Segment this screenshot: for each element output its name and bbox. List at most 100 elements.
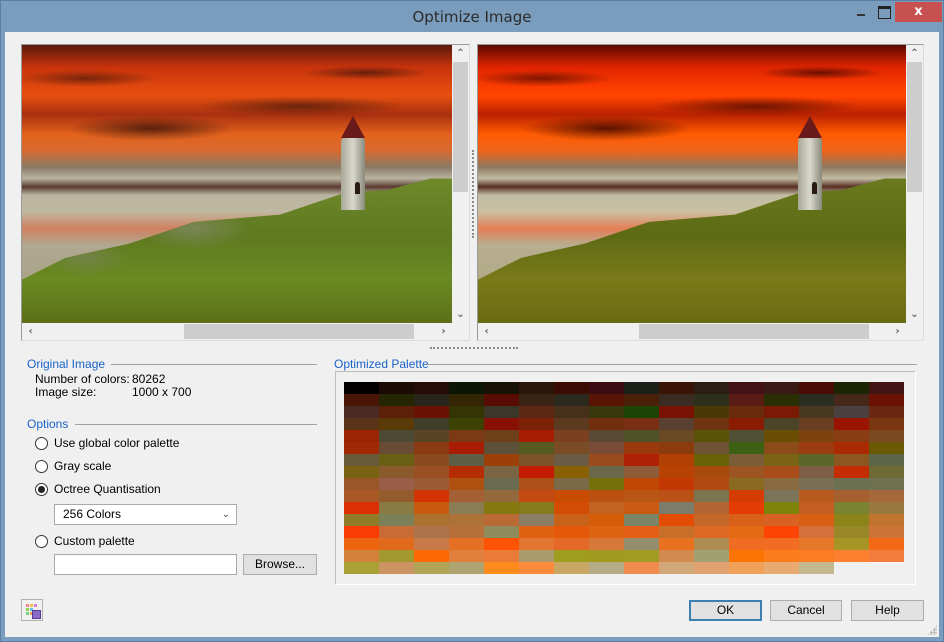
scroll-down-icon[interactable]: ⌄ (906, 306, 923, 323)
help-button[interactable]: Help (851, 600, 924, 621)
palette-swatch (659, 442, 694, 454)
scroll-up-icon[interactable]: ⌃ (906, 45, 923, 62)
palette-swatch (589, 382, 624, 394)
vertical-scrollbar[interactable]: ⌃ ⌄ (906, 45, 923, 323)
palette-swatch (694, 382, 729, 394)
palette-swatch (729, 382, 764, 394)
resize-grip[interactable] (927, 625, 937, 635)
original-image-viewer[interactable]: ⌃ ⌄ ‹ › (21, 44, 470, 341)
palette-swatch (589, 466, 624, 478)
palette-swatch (519, 394, 554, 406)
palette-swatch (729, 478, 764, 490)
cancel-button[interactable]: Cancel (770, 600, 842, 621)
palette-swatch (624, 418, 659, 430)
palette-swatch (764, 502, 799, 514)
palette-swatch (344, 514, 379, 526)
palette-swatch (554, 406, 589, 418)
palette-swatch (344, 394, 379, 406)
palette-swatch (764, 550, 799, 562)
ok-button[interactable]: OK (689, 600, 762, 621)
palette-swatch (414, 406, 449, 418)
palette-swatch (624, 490, 659, 502)
palette-swatch (379, 490, 414, 502)
lighthouse (341, 138, 365, 210)
vertical-scroll-thumb[interactable] (453, 62, 468, 192)
scroll-right-icon[interactable]: › (889, 323, 906, 340)
palette-swatch (519, 466, 554, 478)
palette-swatch (414, 418, 449, 430)
palette-swatch (729, 502, 764, 514)
radio-button[interactable] (35, 459, 48, 473)
horizontal-scrollbar[interactable]: ‹ › (478, 323, 906, 340)
palette-swatch (694, 442, 729, 454)
radio-button[interactable] (35, 436, 48, 450)
browse-button[interactable]: Browse... (243, 554, 317, 575)
palette-swatch (414, 430, 449, 442)
palette-swatch (344, 442, 379, 454)
palette-swatch (519, 382, 554, 394)
palette-swatch (484, 562, 519, 574)
vertical-scrollbar[interactable]: ⌃ ⌄ (452, 45, 469, 323)
close-button[interactable]: x (895, 2, 942, 22)
palette-swatch (484, 478, 519, 490)
radio-octree-quantisation[interactable]: Octree Quantisation (35, 481, 161, 497)
palette-swatch (659, 514, 694, 526)
palette-swatch (694, 562, 729, 574)
palette-swatch (659, 478, 694, 490)
palette-swatch (834, 526, 869, 538)
radio-button[interactable] (35, 534, 48, 548)
minimize-button[interactable] (849, 2, 875, 22)
original-image-heading: Original Image (27, 357, 106, 371)
palette-swatch (799, 466, 834, 478)
save-palette-button[interactable] (21, 599, 43, 621)
palette-swatch (729, 514, 764, 526)
scroll-down-icon[interactable]: ⌄ (452, 306, 469, 323)
vertical-scroll-thumb[interactable] (907, 62, 922, 192)
radio-button-checked[interactable] (35, 482, 48, 496)
lighthouse-door (812, 182, 817, 194)
palette-swatch (729, 442, 764, 454)
palette-swatch (764, 526, 799, 538)
radio-label: Custom palette (54, 534, 135, 548)
palette-swatch (869, 406, 904, 418)
scroll-right-icon[interactable]: › (435, 323, 452, 340)
palette-swatch (834, 478, 869, 490)
scroll-left-icon[interactable]: ‹ (22, 323, 39, 340)
palette-swatch (414, 466, 449, 478)
palette-swatch (519, 562, 554, 574)
palette-swatch (659, 394, 694, 406)
vertical-splitter[interactable] (472, 150, 474, 238)
palette-swatch (694, 394, 729, 406)
palette-swatch (624, 550, 659, 562)
palette-swatch (414, 526, 449, 538)
palette-swatch (729, 526, 764, 538)
palette-swatch (554, 382, 589, 394)
radio-custom-palette[interactable]: Custom palette (35, 533, 135, 549)
palette-swatch (519, 514, 554, 526)
palette-swatch (484, 526, 519, 538)
palette-swatch (869, 394, 904, 406)
palette-swatch (519, 406, 554, 418)
palette-swatch (659, 466, 694, 478)
horizontal-scrollbar[interactable]: ‹ › (22, 323, 452, 340)
scroll-up-icon[interactable]: ⌃ (452, 45, 469, 62)
palette-swatch (869, 454, 904, 466)
palette-swatch (484, 394, 519, 406)
palette-swatch (484, 430, 519, 442)
palette-swatch (834, 550, 869, 562)
palette-swatch (869, 538, 904, 550)
colors-count-select[interactable]: 256 Colors ⌄ (54, 504, 237, 525)
horizontal-splitter[interactable] (430, 347, 518, 349)
radio-use-global-color-palette[interactable]: Use global color palette (35, 435, 179, 451)
radio-gray-scale[interactable]: Gray scale (35, 458, 111, 474)
optimized-image-viewer[interactable]: ⌃ ⌄ ‹ › (477, 44, 924, 341)
scroll-left-icon[interactable]: ‹ (478, 323, 495, 340)
palette-swatch (869, 478, 904, 490)
optimize-image-dialog: Optimize Image x ⌃ ⌄ ‹ › ⌃ ⌄ ‹ › Origina… (0, 0, 944, 642)
horizontal-scroll-thumb[interactable] (639, 324, 869, 339)
palette-swatch (449, 502, 484, 514)
custom-palette-path-input[interactable] (54, 554, 237, 575)
horizontal-scroll-thumb[interactable] (184, 324, 414, 339)
lighthouse-roof (341, 116, 365, 138)
palette-swatch (729, 394, 764, 406)
